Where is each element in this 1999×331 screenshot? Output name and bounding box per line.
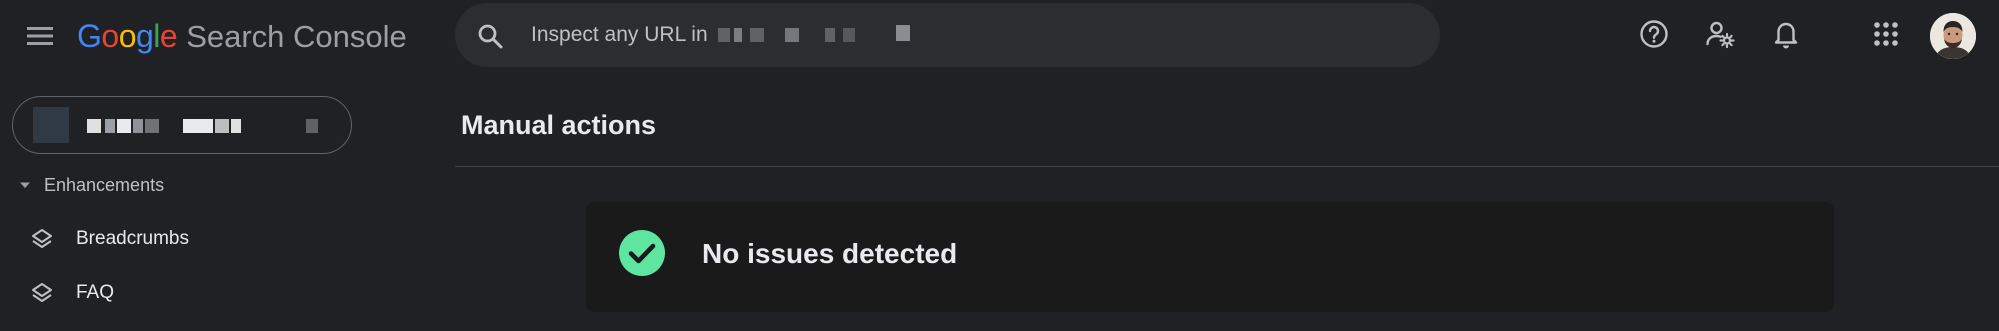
page-title: Manual actions <box>461 110 657 140</box>
redacted-text <box>145 119 159 133</box>
search-console-logo[interactable]: G o o g l e Search Console <box>77 18 407 58</box>
redacted-text <box>718 28 730 42</box>
url-inspection-input[interactable] <box>531 21 1231 49</box>
divider <box>455 166 1999 167</box>
sidebar-item-label: FAQ <box>76 282 115 303</box>
sidebar-item-label: Breadcrumbs <box>76 228 189 249</box>
redacted-text <box>117 119 131 133</box>
google-logo-letter: e <box>159 18 178 54</box>
redacted-text <box>896 25 910 41</box>
redacted-text <box>734 28 742 42</box>
redacted-text <box>133 119 143 133</box>
product-name: Search Console <box>186 19 407 54</box>
url-inspection-search[interactable] <box>455 3 1440 67</box>
enhancements-section-toggle[interactable]: Enhancements <box>18 172 164 198</box>
notifications-icon <box>1774 22 1798 49</box>
google-logo-letter: o <box>101 18 119 54</box>
redacted-text <box>825 28 835 42</box>
top-app-bar: G o o g l e Search Console <box>0 0 1999 72</box>
redacted-text <box>750 28 764 42</box>
caret-down-icon <box>20 182 30 188</box>
layers-icon <box>32 229 52 248</box>
redacted-text <box>183 119 213 133</box>
status-card: No issues detected <box>586 202 1834 312</box>
layers-icon <box>32 283 52 302</box>
redacted-text <box>105 119 115 133</box>
manage-users-icon <box>1706 21 1735 49</box>
help-icon <box>1640 20 1668 48</box>
redacted-text <box>215 119 229 133</box>
user-photo <box>1930 13 1976 59</box>
check-circle-icon <box>619 230 665 276</box>
notifications-button[interactable] <box>1766 14 1806 54</box>
section-label: Enhancements <box>44 174 165 195</box>
redacted-text <box>785 28 799 42</box>
property-favicon <box>33 107 69 143</box>
apps-icon <box>1874 22 1898 46</box>
menu-icon <box>27 27 53 45</box>
redacted-text <box>306 119 318 133</box>
google-logo-letter: l <box>153 18 160 54</box>
google-logo-letter: g <box>135 18 154 54</box>
apps-button[interactable] <box>1866 14 1906 54</box>
manage-users-button[interactable] <box>1700 14 1740 54</box>
redacted-text <box>843 28 855 42</box>
search-icon[interactable] <box>477 23 503 49</box>
redacted-text <box>231 119 241 133</box>
google-logo-letter: o <box>118 18 137 54</box>
property-selector[interactable] <box>12 96 352 154</box>
menu-button[interactable] <box>20 16 60 56</box>
account-avatar[interactable] <box>1930 13 1976 59</box>
sidebar-item-breadcrumbs[interactable]: Breadcrumbs <box>30 223 189 255</box>
sidebar-item-faq[interactable]: FAQ <box>30 277 114 309</box>
status-text: No issues detected <box>702 238 958 269</box>
redacted-text <box>87 119 101 133</box>
help-button[interactable] <box>1634 14 1674 54</box>
google-logo-letter: G <box>77 18 102 54</box>
